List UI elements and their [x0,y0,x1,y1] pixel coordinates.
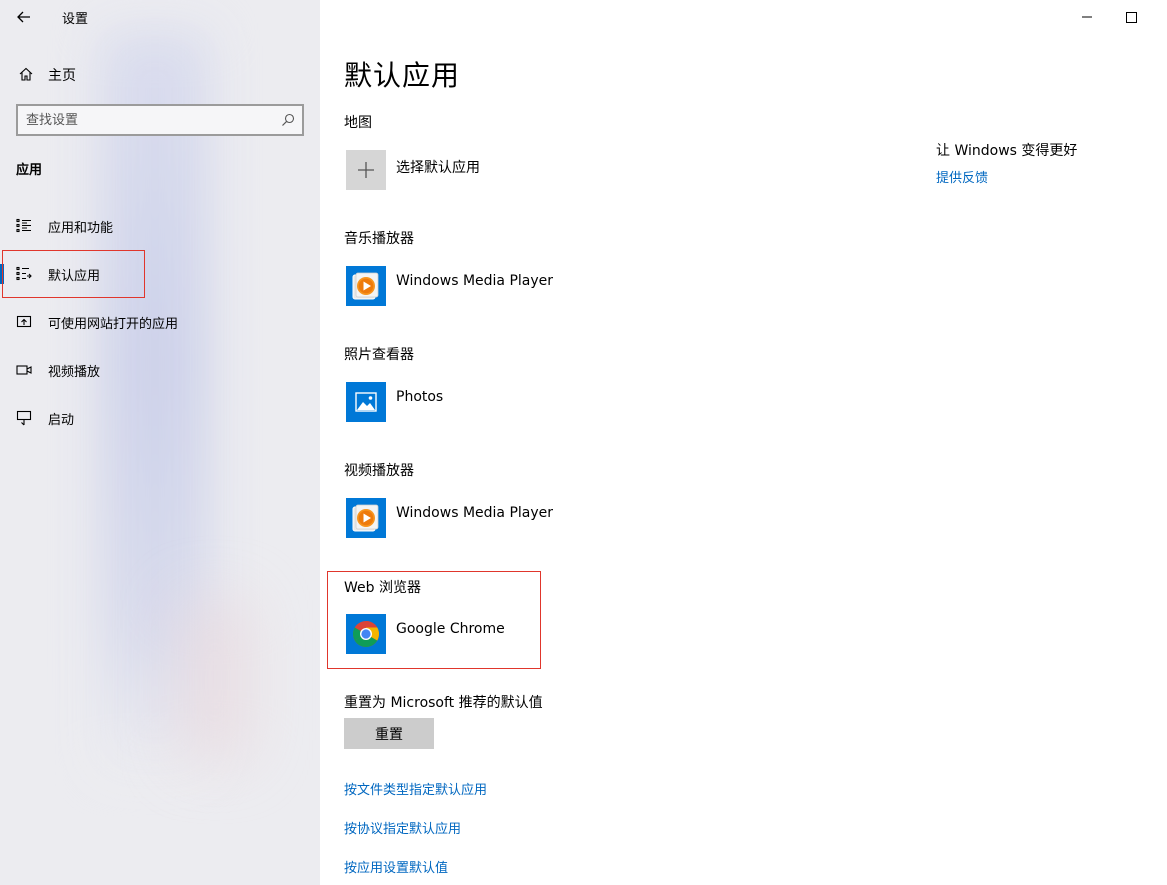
sidebar-item-video-playback[interactable]: 视频播放 [0,350,320,390]
link-by-file-type[interactable]: 按文件类型指定默认应用 [344,779,487,798]
link-by-app[interactable]: 按应用设置默认值 [344,857,448,876]
windows-media-player-icon [346,498,386,538]
sidebar-item-label: 视频播放 [48,365,101,380]
section-label: 应用 [16,163,43,178]
link-by-protocol[interactable]: 按协议指定默认应用 [344,818,461,837]
app-name: Photos [396,389,444,405]
sidebar-item-home[interactable]: 主页 [0,58,320,90]
minimize-icon [1082,16,1092,18]
selection-indicator [0,264,4,284]
reset-label: 重置为 Microsoft 推荐的默认值 [344,695,543,711]
category-label-video: 视频播放器 [344,463,414,479]
photos-icon [346,382,386,422]
default-apps-icon [16,266,32,281]
feedback-link[interactable]: 提供反馈 [936,167,988,186]
search-input[interactable] [26,110,274,130]
app-name: 选择默认应用 [396,160,480,176]
plus-icon [346,150,386,190]
page-title: 默认应用 [344,59,461,92]
category-label-photos: 照片查看器 [344,347,414,363]
app-name: Windows Media Player [396,273,554,289]
back-button[interactable] [10,4,38,30]
default-app-map[interactable]: 选择默认应用 [344,150,564,194]
startup-icon [16,410,32,426]
sidebar-item-label: 启动 [48,413,75,428]
search-icon[interactable] [280,112,296,128]
sidebar-item-label: 应用和功能 [48,221,114,236]
sidebar-item-label: 默认应用 [48,269,101,284]
apps-for-websites-icon [16,315,32,328]
default-app-web-browser[interactable]: Google Chrome [344,614,564,658]
reset-button[interactable]: 重置 [344,718,434,749]
apps-features-icon [16,218,31,233]
maximize-button[interactable] [1108,0,1154,32]
home-icon [19,67,33,81]
app-name: Google Chrome [396,621,505,637]
sidebar-item-label: 主页 [48,68,76,84]
sidebar-item-default-apps[interactable]: 默认应用 [0,254,320,294]
search-box[interactable] [16,104,304,136]
default-app-photos[interactable]: Photos [344,382,564,426]
chrome-icon [346,614,386,654]
category-label-music: 音乐播放器 [344,231,414,247]
video-playback-icon [16,365,32,375]
windows-media-player-icon [346,266,386,306]
app-name: Windows Media Player [396,505,554,521]
maximize-icon [1126,12,1137,23]
default-app-music[interactable]: Windows Media Player [344,266,564,310]
category-label-map: 地图 [344,115,372,131]
sidebar: 设置 主页 应用 应用和功能 默认应用 [0,0,320,885]
sidebar-backdrop-accent [180,600,250,760]
sidebar-item-apps-for-websites[interactable]: 可使用网站打开的应用 [0,302,320,342]
sidebar-item-apps-features[interactable]: 应用和功能 [0,206,320,246]
back-arrow-icon [17,11,30,23]
aside-heading: 让 Windows 变得更好 [936,143,1078,159]
minimize-button[interactable] [1064,0,1110,32]
category-label-web-browser: Web 浏览器 [344,580,421,596]
default-app-video[interactable]: Windows Media Player [344,498,564,542]
sidebar-item-startup[interactable]: 启动 [0,398,320,438]
sidebar-item-label: 可使用网站打开的应用 [48,317,179,332]
window-title: 设置 [62,12,89,27]
